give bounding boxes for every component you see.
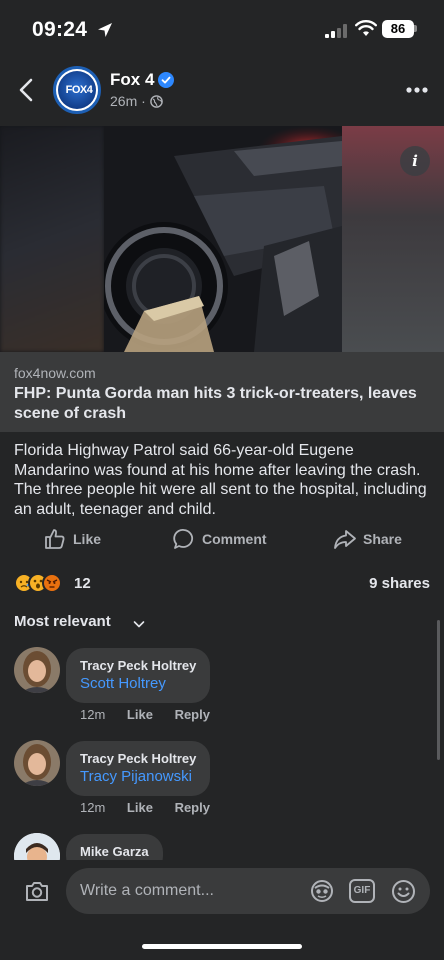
scrollbar[interactable] — [437, 620, 440, 760]
crash-photo — [100, 126, 359, 352]
reaction-icons[interactable] — [14, 573, 78, 595]
info-icon[interactable]: i — [400, 146, 430, 176]
status-bar: 09:24 86 — [0, 0, 444, 58]
avatar-sticker-icon[interactable] — [310, 879, 334, 903]
comment-bubble[interactable]: Tracy Peck Holtrey Scott Holtrey — [66, 648, 211, 703]
home-indicator[interactable] — [142, 944, 302, 949]
comment-meta: 12m Like Reply — [80, 800, 228, 815]
reaction-count[interactable]: 12 — [74, 575, 91, 592]
comment-reply-button[interactable]: Reply — [175, 707, 210, 722]
gif-icon[interactable]: GIF — [349, 879, 375, 903]
back-arrow-icon[interactable] — [14, 76, 40, 104]
comment-bubble-icon — [173, 529, 193, 549]
comments-sort-label[interactable]: Most relevant — [14, 613, 111, 630]
post-page: 09:24 86 FOX4 Fox 4 26m · i fox4now.com … — [0, 0, 444, 960]
more-options-icon[interactable] — [405, 86, 429, 94]
status-time: 09:24 — [32, 18, 88, 41]
post-body-text: Florida Highway Patrol said 66-year-old … — [14, 442, 427, 518]
battery-nub — [414, 25, 417, 32]
comment-time: 12m — [80, 800, 106, 815]
post-timestamp: 26m · — [110, 93, 146, 109]
like-button[interactable]: Like — [43, 526, 101, 552]
comment-author[interactable]: Tracy Peck Holtrey — [80, 657, 196, 674]
link-caption[interactable]: fox4now.com FHP: Punta Gorda man hits 3 … — [0, 352, 444, 432]
commenter-avatar[interactable] — [14, 740, 60, 786]
comment-button[interactable]: Comment — [172, 526, 267, 552]
link-domain: fox4now.com — [14, 365, 96, 381]
fox4-logo: FOX4 — [58, 71, 96, 109]
image-blur-left — [0, 126, 104, 352]
comment-reply-button[interactable]: Reply — [175, 800, 210, 815]
thumbs-up-icon — [45, 529, 65, 549]
cellular-signal-icon — [325, 24, 347, 38]
link-title: FHP: Punta Gorda man hits 3 trick-or-tre… — [14, 385, 417, 422]
globe-icon — [150, 95, 163, 108]
share-arrow-icon — [334, 530, 356, 549]
comment-meta: 12m Like Reply — [80, 707, 228, 722]
wifi-icon — [355, 20, 377, 36]
angry-reaction-icon — [42, 573, 62, 593]
comment-author[interactable]: Tracy Peck Holtrey — [80, 750, 196, 767]
commenter-avatar[interactable] — [14, 647, 60, 693]
fox4-logo-text: FOX4 — [65, 84, 93, 96]
comment-label: Comment — [202, 531, 267, 547]
like-label: Like — [73, 531, 102, 547]
comment-mention-link[interactable]: Tracy Pijanowski — [80, 767, 196, 787]
comment-like-button[interactable]: Like — [127, 707, 153, 722]
chevron-down-icon[interactable] — [132, 617, 146, 631]
comment-input[interactable] — [66, 868, 430, 914]
share-button[interactable]: Share — [333, 526, 402, 552]
camera-icon[interactable] — [24, 879, 50, 903]
battery-level: 86 — [382, 20, 414, 38]
link-preview-image[interactable] — [0, 126, 444, 352]
crash-photo-art — [100, 126, 359, 352]
shares-count[interactable]: 9 shares — [369, 575, 430, 592]
page-avatar[interactable]: FOX4 — [53, 66, 101, 114]
share-label: Share — [363, 531, 402, 547]
comment-bubble[interactable]: Tracy Peck Holtrey Tracy Pijanowski — [66, 741, 211, 796]
location-arrow-icon — [98, 23, 112, 37]
emoji-icon[interactable] — [391, 879, 416, 904]
comment-time: 12m — [80, 707, 106, 722]
comment-author[interactable]: Mike Garza — [80, 843, 149, 860]
page-name[interactable]: Fox 4 — [110, 70, 154, 90]
verified-badge-icon — [158, 72, 174, 88]
comment-like-button[interactable]: Like — [127, 800, 153, 815]
comment-mention-link[interactable]: Scott Holtrey — [80, 674, 196, 694]
